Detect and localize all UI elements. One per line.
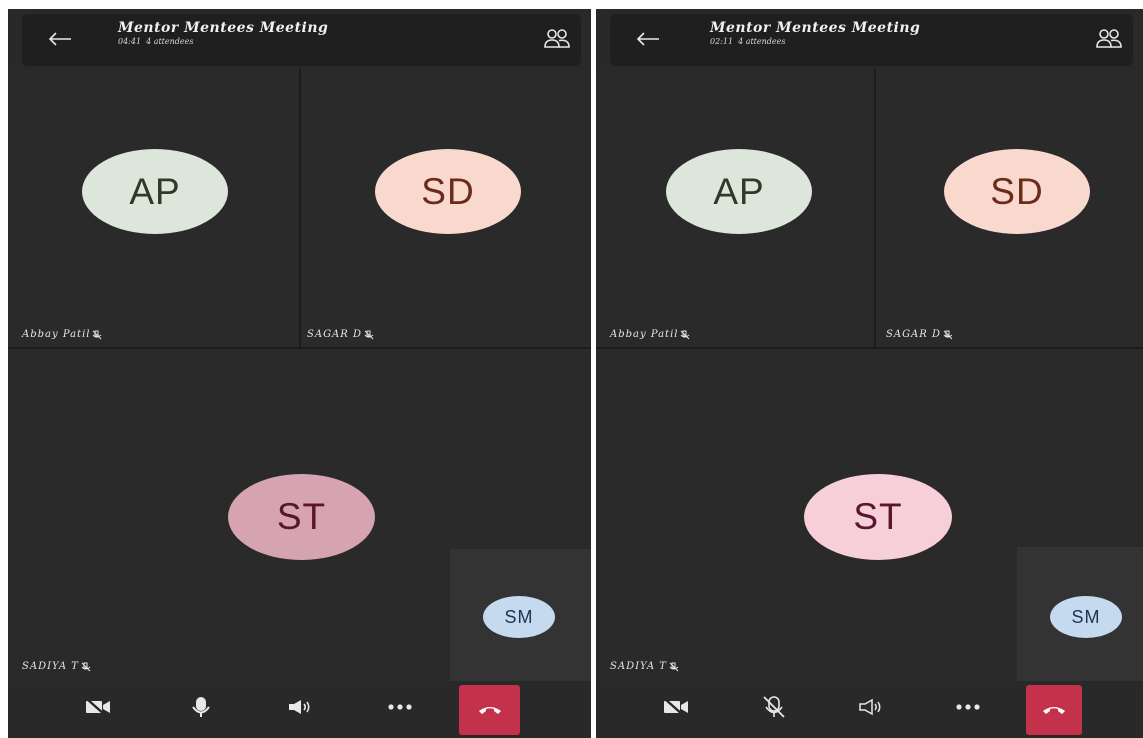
call-header: Mentor Mentees Meeting 04:41 4 attendees — [22, 14, 581, 66]
speaker-on-icon — [289, 700, 310, 714]
camera-toggle-button[interactable] — [654, 689, 698, 725]
more-options-button[interactable] — [378, 689, 422, 725]
mic-off-small-icon — [943, 330, 953, 339]
more-options-button[interactable] — [946, 689, 990, 725]
mic-off-small-icon — [93, 330, 102, 339]
meeting-status: 04:41 4 attendees — [118, 37, 328, 46]
mic-off-small-icon — [364, 330, 374, 339]
people-icon — [544, 29, 570, 48]
microphone-off-icon — [763, 696, 785, 718]
meeting-info: Mentor Mentees Meeting 02:11 4 attendees — [710, 20, 920, 46]
avatar-sd: SD — [944, 149, 1090, 234]
avatar-ap: AP — [82, 149, 228, 234]
avatar-st: ST — [228, 474, 375, 560]
participant-tile-sd[interactable]: SD SAGAR D — [301, 69, 591, 347]
attendee-count: 4 attendees — [738, 37, 786, 46]
participant-name-st: SADIYA T — [22, 661, 91, 672]
end-call-button[interactable] — [459, 685, 520, 735]
call-screen-right: Mentor Mentees Meeting 02:11 4 attendees … — [596, 9, 1143, 738]
mic-off-small-icon — [669, 662, 679, 671]
back-button[interactable] — [44, 26, 76, 52]
participants-button[interactable] — [543, 27, 571, 51]
participant-name-st: SADIYA T — [610, 661, 679, 672]
more-options-icon — [388, 704, 412, 710]
speaker-button[interactable] — [849, 689, 893, 725]
participant-tile-ap[interactable]: AP Abbay Patil — [596, 69, 874, 347]
camera-off-icon — [664, 698, 688, 716]
speaker-button[interactable] — [278, 689, 322, 725]
back-arrow-icon — [48, 32, 71, 46]
meeting-title: Mentor Mentees Meeting — [118, 20, 329, 36]
participant-tile-ap[interactable]: AP Abbay Patil — [8, 69, 298, 347]
participant-name-ap: Abbay Patil — [22, 329, 102, 340]
back-button[interactable] — [632, 26, 664, 52]
call-controls — [8, 681, 591, 738]
call-controls — [596, 681, 1143, 738]
call-header: Mentor Mentees Meeting 02:11 4 attendees — [610, 14, 1133, 66]
meeting-info: Mentor Mentees Meeting 04:41 4 attendees — [118, 20, 328, 46]
microphone-icon — [192, 697, 210, 717]
meeting-status: 02:11 4 attendees — [710, 37, 920, 46]
meeting-title: Mentor Mentees Meeting — [710, 20, 921, 36]
participant-name-sd: SAGAR D — [886, 329, 953, 340]
participants-button[interactable] — [1095, 27, 1123, 51]
end-call-icon — [478, 707, 501, 714]
avatar-sm: SM — [483, 596, 555, 638]
participant-name-sd: SAGAR D — [307, 329, 374, 340]
self-view-tile[interactable]: SM — [450, 549, 591, 681]
camera-toggle-button[interactable] — [76, 689, 120, 725]
attendee-count: 4 attendees — [146, 37, 194, 46]
self-view-tile[interactable]: SM — [1017, 547, 1143, 681]
avatar-sm: SM — [1050, 596, 1122, 638]
call-screen-left: Mentor Mentees Meeting 04:41 4 attendees … — [8, 9, 591, 738]
back-arrow-icon — [636, 32, 659, 46]
camera-off-icon — [86, 698, 110, 716]
mic-off-small-icon — [681, 330, 690, 339]
end-call-button[interactable] — [1026, 685, 1082, 735]
people-icon — [1096, 29, 1122, 48]
avatar-sd: SD — [375, 149, 521, 234]
end-call-icon — [1043, 707, 1065, 714]
mic-off-small-icon — [81, 662, 91, 671]
microphone-button[interactable] — [752, 689, 796, 725]
call-duration: 04:41 — [118, 37, 142, 46]
speaker-outline-icon — [859, 698, 881, 716]
avatar-ap: AP — [666, 149, 812, 234]
avatar-st: ST — [804, 474, 952, 560]
participant-tile-sd[interactable]: SD SAGAR D — [876, 69, 1143, 347]
call-duration: 02:11 — [710, 37, 734, 46]
microphone-button[interactable] — [179, 689, 223, 725]
participant-name-ap: Abbay Patil — [610, 329, 690, 340]
more-options-icon — [956, 704, 980, 710]
